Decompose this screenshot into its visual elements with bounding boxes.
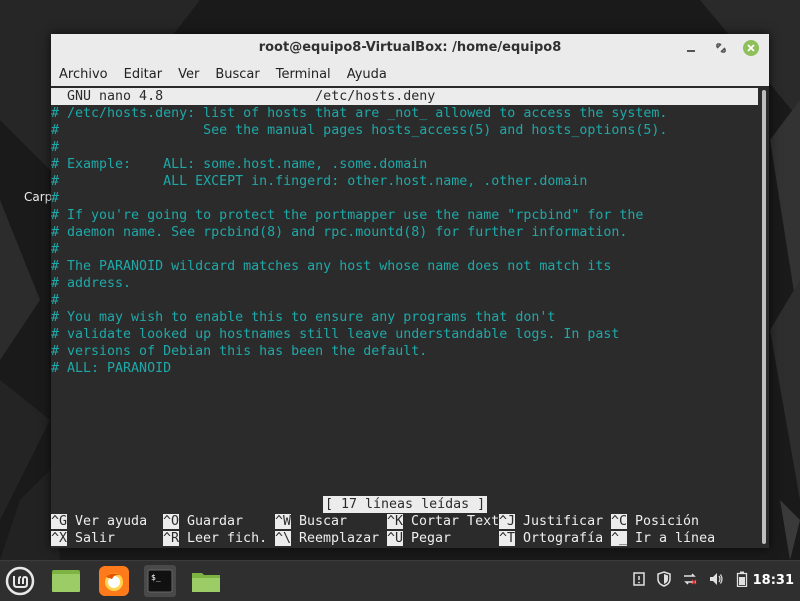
shortcut-cut[interactable]: ^K Cortar Text (387, 513, 499, 530)
shortcut-key: ^C (611, 514, 628, 529)
shortcut-label: Buscar (291, 514, 348, 529)
shortcut-paste[interactable]: ^U Pegar (387, 530, 451, 547)
shortcut-label: Ir a línea (627, 531, 716, 546)
shortcut-help[interactable]: ^G Ver ayuda (51, 513, 147, 530)
shortcut-label: Ortografía (515, 531, 604, 546)
notification-icon[interactable] (632, 571, 646, 591)
volume-icon[interactable] (708, 571, 724, 591)
shortcut-search[interactable]: ^W Buscar (275, 513, 347, 530)
show-desktop-icon[interactable] (50, 565, 82, 597)
file-line: # You may wish to enable this to ensure … (51, 310, 556, 325)
file-line: # ALL: PARANOID (51, 361, 172, 376)
svg-text:$_: $_ (151, 573, 161, 582)
file-line: # address. (51, 276, 132, 291)
firefox-icon[interactable] (98, 565, 130, 597)
file-line: # (51, 140, 60, 155)
shortcut-label: Justificar (515, 514, 604, 529)
shortcut-key: ^\ (275, 531, 292, 546)
desktop-icon-label[interactable]: Carp (24, 190, 52, 204)
minimize-icon[interactable] (683, 40, 699, 56)
shortcut-key: ^J (499, 514, 516, 529)
shortcut-key: ^X (51, 531, 68, 546)
file-line: # ALL EXCEPT in.fingerd: other.host.name… (51, 174, 588, 189)
shortcut-label: Guardar (179, 514, 244, 529)
file-line: # (51, 191, 60, 206)
shortcut-key: ^G (51, 514, 68, 529)
file-line: # See the manual pages hosts_access(5) a… (51, 123, 668, 138)
file-line: # Example: ALL: some.host.name, .some.do… (51, 157, 428, 172)
terminal-icon[interactable]: $_ (144, 565, 176, 597)
shortcut-key: ^_ (611, 531, 628, 546)
shortcut-spell[interactable]: ^T Ortografía (499, 530, 603, 547)
shortcut-key: ^K (387, 514, 404, 529)
shortcut-label: Leer fich. (179, 531, 268, 546)
shortcut-key: ^U (387, 531, 404, 546)
menu-bar: Archivo Editar Ver Buscar Terminal Ayuda (51, 62, 769, 86)
shortcut-justify[interactable]: ^J Justificar (499, 513, 603, 530)
window-titlebar[interactable]: root@equipo8-VirtualBox: /home/equipo8 (51, 34, 769, 62)
file-line: # daemon name. See rpcbind(8) and rpc.mo… (51, 225, 628, 240)
window-controls (683, 38, 759, 58)
network-icon[interactable] (682, 571, 698, 591)
shortcut-key: ^T (499, 531, 516, 546)
system-tray (632, 561, 748, 601)
shortcut-save[interactable]: ^O Guardar (163, 513, 243, 530)
window-title: root@equipo8-VirtualBox: /home/equipo8 (258, 40, 562, 55)
menu-terminal[interactable]: Terminal (268, 67, 339, 82)
menu-ayuda[interactable]: Ayuda (339, 67, 395, 82)
nano-header: GNU nano 4.8 /etc/hosts.deny (51, 88, 758, 105)
shortcut-replace[interactable]: ^\ Reemplazar (275, 530, 379, 547)
file-line: # (51, 242, 60, 257)
shortcut-goto-line[interactable]: ^_ Ir a línea (611, 530, 715, 547)
shortcut-key: ^O (163, 514, 180, 529)
shortcut-label: Ver ayuda (67, 514, 148, 529)
mint-menu-icon[interactable] (4, 565, 36, 597)
shortcut-label: Reemplazar (291, 531, 380, 546)
shortcut-read-file[interactable]: ^R Leer fich. (163, 530, 267, 547)
shortcut-label: Salir (67, 531, 116, 546)
maximize-icon[interactable] (713, 40, 729, 56)
shortcut-position[interactable]: ^C Posición (611, 513, 699, 530)
terminal-window: root@equipo8-VirtualBox: /home/equipo8 A… (51, 34, 769, 548)
file-line: # If you're going to protect the portmap… (51, 208, 644, 223)
taskbar: $_ 18:31 (0, 560, 800, 601)
menu-editar[interactable]: Editar (116, 67, 171, 82)
close-icon[interactable] (743, 40, 759, 56)
shortcut-label: Posición (627, 514, 700, 529)
file-line: # /etc/hosts.deny: list of hosts that ar… (51, 106, 668, 121)
battery-icon[interactable] (736, 571, 748, 591)
scrollbar-thumb[interactable] (762, 90, 766, 544)
file-line: # The PARANOID wildcard matches any host… (51, 259, 612, 274)
menu-archivo[interactable]: Archivo (51, 67, 116, 82)
menu-buscar[interactable]: Buscar (207, 67, 267, 82)
shortcut-label: Pegar (403, 531, 452, 546)
status-message: [ 17 líneas leídas ] (323, 496, 488, 513)
file-line: # (51, 293, 60, 308)
files-icon[interactable] (190, 565, 222, 597)
shortcut-key: ^R (163, 531, 180, 546)
terminal-scrollbar[interactable] (759, 88, 769, 548)
shield-icon[interactable] (656, 571, 672, 591)
shortcut-label: Cortar Text (403, 514, 500, 529)
file-line: # validate looked up hostnames still lea… (51, 327, 620, 342)
menu-ver[interactable]: Ver (170, 67, 207, 82)
clock[interactable]: 18:31 (753, 561, 794, 601)
shortcut-exit[interactable]: ^X Salir (51, 530, 115, 547)
terminal-area[interactable]: GNU nano 4.8 /etc/hosts.deny # /etc/host… (51, 88, 758, 548)
shortcut-key: ^W (275, 514, 292, 529)
file-line: # versions of Debian this has been the d… (51, 344, 428, 359)
